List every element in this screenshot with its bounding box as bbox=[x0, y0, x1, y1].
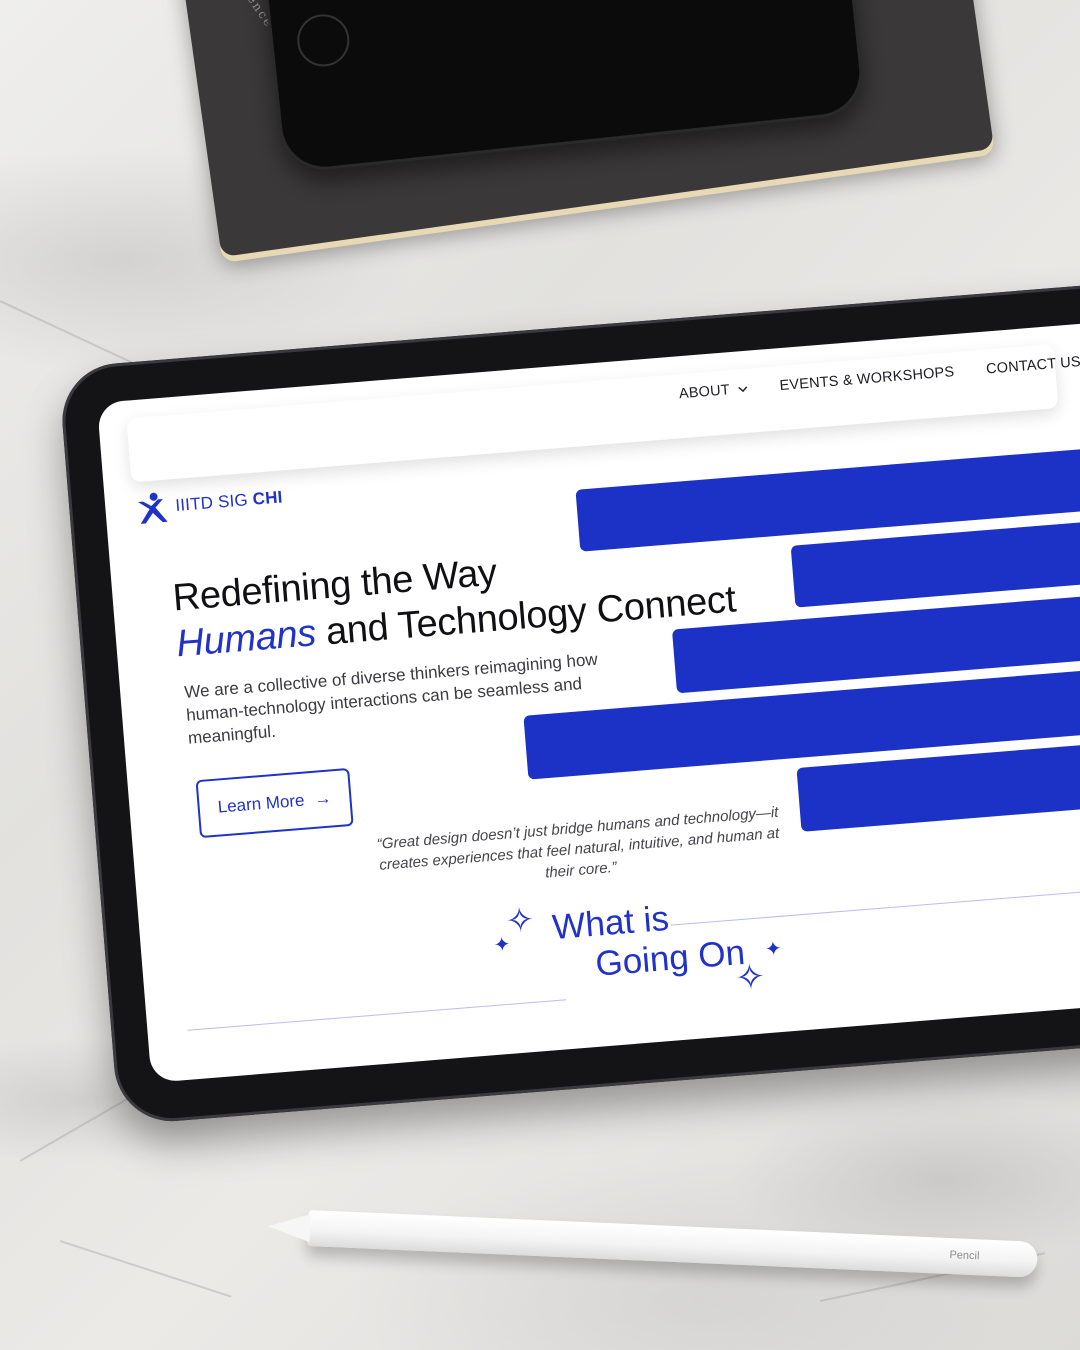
hero-quote: “Great design doesn’t just bridge humans… bbox=[376, 803, 780, 882]
chevron-down-icon bbox=[738, 386, 748, 393]
sparkle-icon: ✦ bbox=[492, 933, 512, 957]
sparkle-icon: ✦ bbox=[764, 937, 783, 962]
pencil-label: Pencil bbox=[949, 1249, 980, 1263]
hero-title: Redefining the Way Humans and Technology… bbox=[171, 531, 738, 668]
learn-more-button[interactable]: Learn More → bbox=[195, 767, 354, 839]
brand-bold: CHI bbox=[251, 487, 284, 509]
hero-title-accent: Humans bbox=[174, 612, 318, 666]
learn-more-label: Learn More bbox=[216, 790, 306, 817]
tablet: ABOUT EVENTS & WORKSHOPS CONTACT US IIIT… bbox=[58, 278, 1080, 1126]
phone-home-button bbox=[294, 11, 352, 69]
logo-icon bbox=[138, 492, 168, 524]
section-title: What is Going On bbox=[551, 893, 747, 988]
brand-prefix: IIITD SIG bbox=[174, 490, 249, 515]
brand-logo[interactable]: IIITD SIG CHI bbox=[134, 480, 284, 526]
tablet-screen: ABOUT EVENTS & WORKSHOPS CONTACT US IIIT… bbox=[96, 318, 1080, 1083]
section-divider bbox=[187, 999, 567, 1031]
sparkle-icon: ✧ bbox=[733, 955, 767, 999]
brand-name: IIITD SIG CHI bbox=[175, 487, 284, 516]
pencil-tip bbox=[267, 1212, 311, 1243]
arrow-right-icon: → bbox=[313, 788, 333, 809]
